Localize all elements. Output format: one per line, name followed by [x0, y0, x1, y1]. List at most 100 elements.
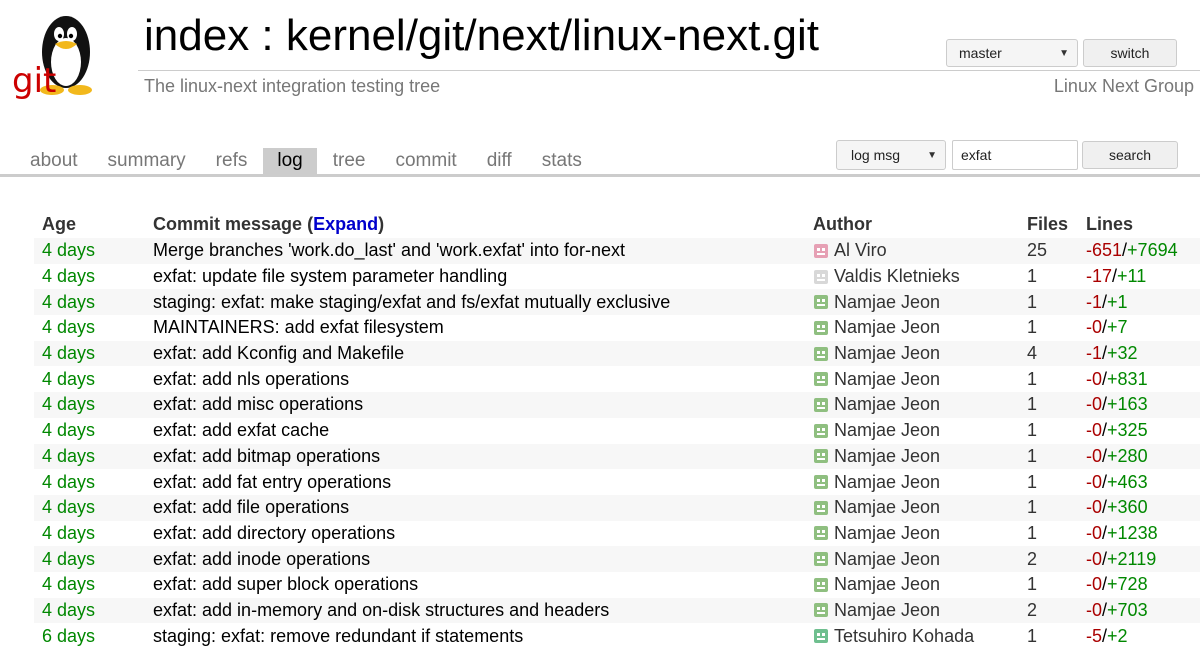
files-changed: 1	[1027, 266, 1038, 287]
commit-age: 4 days	[42, 548, 96, 569]
tab-refs[interactable]: refs	[202, 148, 262, 174]
table-row[interactable]: 4 days exfat: add misc operations Namjae J…	[34, 392, 1200, 418]
commit-message-link[interactable]: exfat: add misc operations	[153, 394, 813, 415]
table-row[interactable]: 4 days exfat: add Kconfig and Makefile Nam…	[34, 340, 1200, 367]
commit-message-link[interactable]: exfat: add Kconfig and Makefile	[153, 343, 813, 364]
branch-select[interactable]: master ▼	[946, 39, 1078, 67]
commit-author: Namjae Jeon	[813, 394, 1027, 415]
commit-message-link[interactable]: exfat: add directory operations	[153, 523, 813, 544]
git-logo-text: git	[12, 61, 56, 100]
git-tux-logo[interactable]: git	[8, 4, 114, 100]
column-header-message: Commit message (Expand)	[153, 214, 813, 235]
commit-message-link[interactable]: exfat: add in-memory and on-disk structu…	[153, 600, 813, 621]
table-row[interactable]: 6 days staging: exfat: remove redundant i…	[34, 623, 1200, 649]
table-row[interactable]: 4 days staging: exfat: make staging/exfat…	[34, 289, 1200, 316]
commit-author: Namjae Jeon	[813, 497, 1027, 518]
commit-message-link[interactable]: exfat: add nls operations	[153, 369, 813, 390]
commit-message-link[interactable]: exfat: add super block operations	[153, 574, 813, 595]
lines-changed: -0/+1238	[1086, 523, 1196, 544]
table-row[interactable]: 4 days exfat: add bitmap operations Namjae…	[34, 443, 1200, 470]
commit-age: 4 days	[42, 574, 96, 595]
lines-removed: -1	[1086, 291, 1103, 312]
header-divider	[138, 70, 1200, 71]
author-avatar-icon	[814, 629, 828, 644]
author-avatar-icon	[814, 243, 828, 258]
commit-author: Namjae Jeon	[813, 369, 1027, 390]
lines-removed: -0	[1086, 574, 1103, 595]
table-row[interactable]: 4 days exfat: add super block operations N…	[34, 572, 1200, 598]
commit-message-link[interactable]: exfat: update file system parameter hand…	[153, 266, 813, 287]
search-button[interactable]: search	[1082, 141, 1178, 169]
author-name: Tetsuhiro Kohada	[834, 625, 975, 646]
tab-diff[interactable]: diff	[473, 148, 526, 174]
search-scope-value: log msg	[851, 147, 901, 163]
author-name: Al Viro	[834, 240, 887, 261]
commit-age: 4 days	[42, 291, 96, 312]
author-name: Namjae Jeon	[834, 599, 941, 620]
author-avatar-icon	[814, 449, 828, 464]
commit-message-link[interactable]: exfat: add exfat cache	[153, 420, 813, 441]
commit-author: Namjae Jeon	[813, 343, 1027, 364]
author-avatar-icon	[814, 577, 828, 592]
tab-stats[interactable]: stats	[528, 148, 596, 174]
lines-added: +325	[1107, 420, 1148, 441]
author-name: Namjae Jeon	[834, 368, 941, 389]
commit-message-link[interactable]: MAINTAINERS: add exfat filesystem	[153, 317, 813, 338]
lines-removed: -651	[1086, 240, 1123, 261]
tab-summary[interactable]: summary	[94, 148, 200, 174]
tab-about[interactable]: about	[0, 148, 92, 174]
commit-message-link[interactable]: exfat: add bitmap operations	[153, 446, 813, 467]
lines-added: +1	[1107, 291, 1128, 312]
lines-added: +11	[1117, 266, 1147, 287]
commit-message-link[interactable]: exfat: add file operations	[153, 497, 813, 518]
files-changed: 25	[1027, 240, 1048, 261]
tabs-divider	[0, 174, 1200, 177]
table-row[interactable]: 4 days exfat: add directory operations Nam…	[34, 521, 1200, 547]
table-row[interactable]: 4 days MAINTAINERS: add exfat filesystem N…	[34, 315, 1200, 341]
commit-author: Namjae Jeon	[813, 420, 1027, 441]
table-row[interactable]: 4 days exfat: update file system paramete…	[34, 264, 1200, 290]
tab-log[interactable]: log	[263, 148, 317, 174]
table-row[interactable]: 4 days exfat: add exfat cache Namjae Jeon 1…	[34, 418, 1200, 444]
commit-age: 4 days	[42, 394, 96, 415]
table-row[interactable]: 4 days exfat: add inode operations Namjae …	[34, 546, 1200, 572]
lines-removed: -0	[1086, 497, 1103, 518]
author-avatar-icon	[814, 372, 828, 387]
switch-button[interactable]: switch	[1083, 39, 1177, 67]
tab-commit[interactable]: commit	[381, 148, 470, 174]
lines-changed: -0/+280	[1086, 446, 1196, 467]
files-changed: 1	[1027, 471, 1038, 492]
chevron-down-icon: ▼	[1059, 48, 1069, 59]
commit-message-link[interactable]: staging: exfat: remove redundant if stat…	[153, 626, 813, 647]
author-avatar-icon	[814, 346, 828, 361]
commit-message-link[interactable]: Merge branches 'work.do_last' and 'work.…	[153, 240, 813, 261]
expand-link[interactable]: Expand	[313, 214, 378, 234]
table-row[interactable]: 4 days exfat: add nls operations Namjae Je…	[34, 366, 1200, 392]
author-name: Namjae Jeon	[834, 445, 941, 466]
column-header-author: Author	[813, 213, 872, 234]
table-row[interactable]: 4 days exfat: add fat entry operations Nam…	[34, 469, 1200, 495]
commit-age: 4 days	[42, 420, 96, 441]
search-input[interactable]	[952, 140, 1078, 170]
commit-message-link[interactable]: exfat: add fat entry operations	[153, 472, 813, 493]
author-name: Namjae Jeon	[834, 471, 941, 492]
commit-rows: 4 days Merge branches 'work.do_last' and …	[34, 238, 1200, 649]
commit-age: 4 days	[42, 445, 96, 466]
commit-message-link[interactable]: exfat: add inode operations	[153, 549, 813, 570]
lines-added: +32	[1107, 343, 1138, 364]
search-scope-select[interactable]: log msg ▼	[836, 140, 946, 170]
tab-tree[interactable]: tree	[319, 148, 380, 174]
table-row[interactable]: 4 days exfat: add in-memory and on-disk s…	[34, 597, 1200, 624]
commit-age: 4 days	[42, 497, 96, 518]
files-changed: 1	[1027, 368, 1038, 389]
lines-changed: -1/+32	[1086, 343, 1196, 364]
table-row[interactable]: 4 days Merge branches 'work.do_last' and …	[34, 238, 1200, 264]
lines-changed: -0/+325	[1086, 420, 1196, 441]
commit-age: 4 days	[42, 599, 96, 620]
commit-message-link[interactable]: staging: exfat: make staging/exfat and f…	[153, 292, 813, 313]
table-row[interactable]: 4 days exfat: add file operations Namjae J…	[34, 494, 1200, 521]
page-title: index : kernel/git/next/linux-next.git	[144, 11, 820, 60]
commit-author: Namjae Jeon	[813, 523, 1027, 544]
files-changed: 1	[1027, 497, 1038, 518]
author-name: Namjae Jeon	[834, 394, 941, 415]
